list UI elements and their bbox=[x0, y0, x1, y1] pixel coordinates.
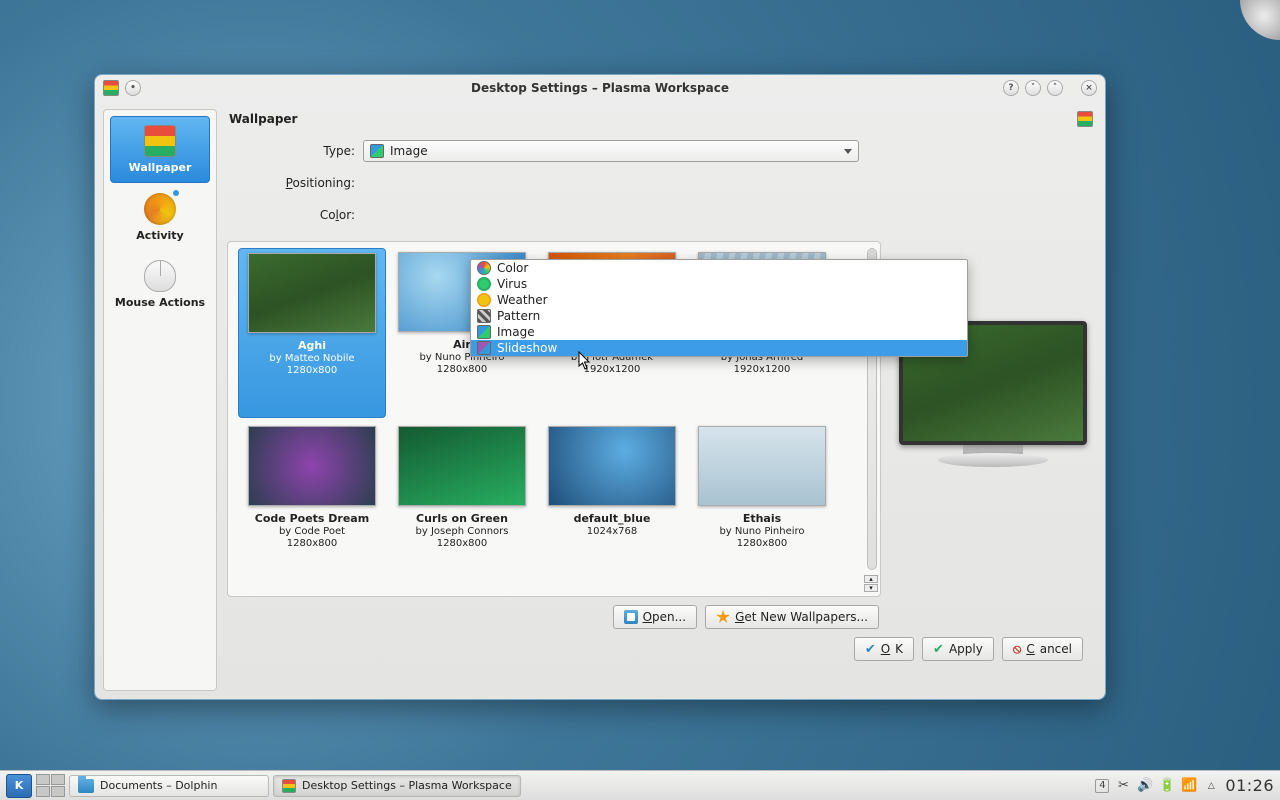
wallpaper-aghi[interactable]: Aghiby Matteo Nobile1280x800 bbox=[238, 248, 386, 418]
wallpaper-name: Curls on Green bbox=[416, 512, 508, 525]
wallpaper-resolution: 1280x800 bbox=[437, 538, 487, 549]
wallpaper-author: by Joseph Connors bbox=[416, 526, 509, 537]
wallpaper-icon bbox=[144, 125, 176, 157]
wallpaper-author: by Nuno Pinheiro bbox=[719, 526, 804, 537]
clock[interactable]: 01:26 bbox=[1225, 776, 1274, 795]
task-label: Documents – Dolphin bbox=[100, 779, 217, 792]
wallpaper-resolution: 1280x800 bbox=[287, 365, 337, 376]
slideshow-icon bbox=[477, 341, 491, 355]
type-value: Image bbox=[390, 144, 428, 158]
type-option-color[interactable]: Color bbox=[471, 260, 967, 276]
task-desktop-settings[interactable]: Desktop Settings – Plasma Workspace bbox=[273, 775, 521, 797]
kickoff-launcher[interactable]: K bbox=[6, 774, 32, 798]
sidebar-item-label: Activity bbox=[136, 229, 183, 242]
sidebar-item-label: Mouse Actions bbox=[115, 296, 205, 309]
type-option-pattern[interactable]: Pattern bbox=[471, 308, 967, 324]
wallpaper-resolution: 1280x800 bbox=[437, 364, 487, 375]
sidebar-item-activity[interactable]: Activity bbox=[110, 185, 210, 250]
keep-above-icon[interactable]: • bbox=[125, 80, 141, 96]
type-option-image[interactable]: Image bbox=[471, 324, 967, 340]
maximize-icon[interactable]: ˄ bbox=[1047, 80, 1063, 96]
titlebar[interactable]: • Desktop Settings – Plasma Workspace ? … bbox=[95, 75, 1105, 101]
task-label: Desktop Settings – Plasma Workspace bbox=[302, 779, 512, 792]
check-icon: ✔ bbox=[933, 642, 944, 657]
type-option-weather[interactable]: Weather bbox=[471, 292, 967, 308]
wallpaper-code-poets-dream[interactable]: Code Poets Dreamby Code Poet1280x800 bbox=[238, 422, 386, 592]
tray-expand-icon[interactable]: △ bbox=[1203, 778, 1219, 794]
network-icon[interactable]: 📶 bbox=[1181, 778, 1197, 794]
open-icon bbox=[624, 610, 638, 624]
task-dolphin[interactable]: Documents – Dolphin bbox=[69, 775, 269, 797]
volume-icon[interactable]: 🔊 bbox=[1137, 778, 1153, 794]
sidebar-item-wallpaper[interactable]: Wallpaper bbox=[110, 116, 210, 183]
wallpaper-author: by Code Poet bbox=[279, 526, 345, 537]
wallpaper-thumbnail bbox=[548, 426, 676, 506]
wallpaper-thumbnail bbox=[698, 426, 826, 506]
label-type: Type: bbox=[233, 144, 363, 158]
wallpaper-name: Ethais bbox=[743, 512, 781, 525]
wallpaper-ethais[interactable]: Ethaisby Nuno Pinheiro1280x800 bbox=[688, 422, 836, 592]
wallpaper-author: by Matteo Nobile bbox=[269, 353, 354, 364]
plasma-cashew[interactable] bbox=[1240, 0, 1280, 40]
image-icon bbox=[370, 144, 384, 158]
minimize-icon[interactable]: ˅ bbox=[1025, 80, 1041, 96]
sidebar-item-mouse-actions[interactable]: Mouse Actions bbox=[110, 252, 210, 317]
wallpaper-resolution: 1920x1200 bbox=[584, 364, 641, 375]
wallpaper-resolution: 1024x768 bbox=[587, 526, 637, 537]
window-title: Desktop Settings – Plasma Workspace bbox=[95, 81, 1105, 95]
battery-icon[interactable]: 🔋 bbox=[1159, 778, 1175, 794]
wallpaper-name: Code Poets Dream bbox=[255, 512, 369, 525]
wallpaper-thumbnail bbox=[248, 253, 376, 333]
settings-sidebar: Wallpaper Activity Mouse Actions bbox=[103, 109, 217, 691]
folder-icon bbox=[78, 779, 94, 793]
cancel-button[interactable]: ⦸Cancel bbox=[1002, 637, 1083, 661]
klipper-icon[interactable]: ✂ bbox=[1115, 778, 1131, 794]
help-icon[interactable]: ? bbox=[1003, 80, 1019, 96]
label-positioning: Positioning: bbox=[233, 176, 363, 190]
apply-button[interactable]: ✔Apply bbox=[922, 637, 994, 661]
type-dropdown-list[interactable]: ColorVirusWeatherPatternImageSlideshow bbox=[470, 259, 968, 357]
color-icon bbox=[477, 261, 491, 275]
weather-icon bbox=[477, 293, 491, 307]
type-combobox[interactable]: Image bbox=[363, 140, 859, 162]
wallpaper-resolution: 1280x800 bbox=[287, 538, 337, 549]
get-new-wallpapers-button[interactable]: Get New Wallpapers... bbox=[705, 605, 879, 629]
mouse-icon bbox=[144, 260, 176, 292]
wallpaper-curls-on-green[interactable]: Curls on Greenby Joseph Connors1280x800 bbox=[388, 422, 536, 592]
window-app-icon bbox=[103, 80, 119, 96]
pattern-icon bbox=[477, 309, 491, 323]
pager[interactable] bbox=[36, 774, 65, 797]
cancel-icon: ⦸ bbox=[1013, 642, 1021, 657]
open-button[interactable]: Open... bbox=[613, 605, 698, 629]
settings-window: • Desktop Settings – Plasma Workspace ? … bbox=[94, 74, 1106, 700]
page-icon bbox=[1077, 111, 1093, 127]
wallpaper-resolution: 1920x1200 bbox=[734, 364, 791, 375]
taskbar-panel: K Documents – Dolphin Desktop Settings –… bbox=[0, 770, 1280, 800]
wallpaper-name: Air bbox=[453, 338, 471, 351]
sidebar-item-label: Wallpaper bbox=[129, 161, 192, 174]
page-title: Wallpaper bbox=[229, 112, 297, 126]
image-icon bbox=[477, 325, 491, 339]
virus-icon bbox=[477, 277, 491, 291]
star-icon bbox=[716, 610, 730, 624]
wallpaper-thumbnail bbox=[398, 426, 526, 506]
label-color: Color: bbox=[233, 208, 363, 222]
wallpaper-default-blue[interactable]: default_blue1024x768 bbox=[538, 422, 686, 592]
wallpaper-thumbnail bbox=[248, 426, 376, 506]
wallpaper-name: Aghi bbox=[298, 339, 326, 352]
spinbox[interactable]: ▴▾ bbox=[864, 575, 878, 592]
activity-icon bbox=[144, 193, 176, 225]
ok-button[interactable]: ✔OK bbox=[854, 637, 914, 661]
check-icon: ✔ bbox=[865, 642, 876, 657]
wallpaper-icon bbox=[282, 779, 296, 793]
close-icon[interactable]: × bbox=[1081, 80, 1097, 96]
type-option-slideshow[interactable]: Slideshow bbox=[471, 340, 967, 356]
desktop-number-badge[interactable]: 4 bbox=[1095, 779, 1109, 793]
wallpaper-resolution: 1280x800 bbox=[737, 538, 787, 549]
type-option-virus[interactable]: Virus bbox=[471, 276, 967, 292]
wallpaper-name: default_blue bbox=[574, 512, 651, 525]
